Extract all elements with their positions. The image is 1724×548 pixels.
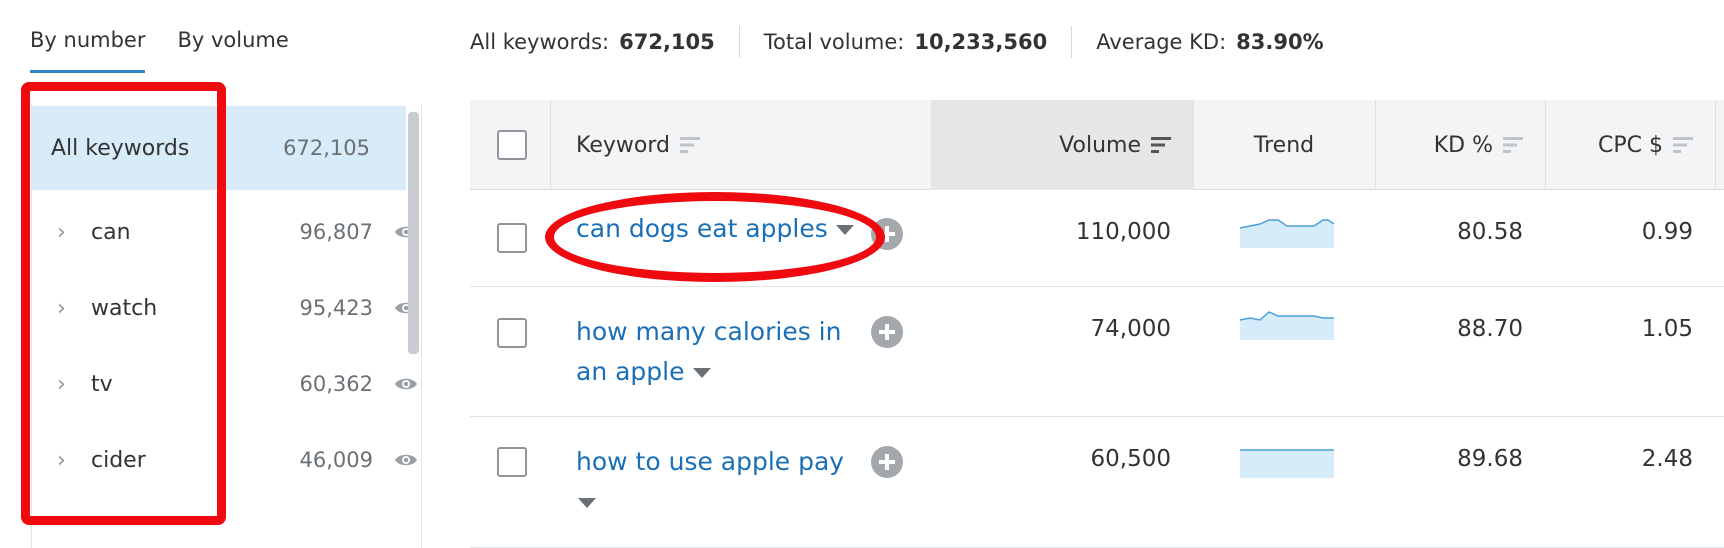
- column-divider: [550, 100, 551, 190]
- sort-icon[interactable]: [1503, 136, 1523, 154]
- stat-value: 672,105: [619, 30, 715, 54]
- group-tv[interactable]: › tv 60,362: [32, 342, 417, 426]
- row-checkbox[interactable]: [497, 318, 527, 348]
- column-header-keyword[interactable]: Keyword: [576, 100, 700, 190]
- trend-sparkline: [1240, 219, 1334, 248]
- plus-icon[interactable]: [871, 218, 903, 250]
- column-header-trend: Trend: [1193, 100, 1375, 190]
- tab-by-number[interactable]: By number: [30, 26, 146, 73]
- group-count: 95,423: [299, 296, 373, 320]
- volume-value: 74,000: [1090, 316, 1171, 342]
- keyword-groups-panel: All keywords 672,105 › can 96,807 › watc…: [31, 104, 422, 548]
- sort-icon[interactable]: [679, 136, 700, 154]
- header-label: Keyword: [576, 132, 670, 158]
- row-checkbox[interactable]: [497, 447, 527, 477]
- keyword-link[interactable]: how to use apple pay: [576, 442, 844, 522]
- trend-sparkline: [1240, 449, 1334, 478]
- eye-icon[interactable]: [394, 376, 418, 392]
- sort-icon[interactable]: [1673, 136, 1693, 154]
- keyword-text: an apple: [576, 357, 685, 386]
- chevron-right-icon[interactable]: ›: [57, 372, 66, 397]
- stat-total-volume: Total volume: 10,233,560: [764, 30, 1047, 54]
- table-row: can dogs eat apples 110,000 80.58 0.99: [470, 191, 1724, 287]
- divider: [1071, 26, 1073, 58]
- keyword-text: can dogs eat apples: [576, 214, 828, 243]
- plus-icon[interactable]: [871, 446, 903, 478]
- header-label: CPC $: [1598, 132, 1663, 158]
- group-tabs: By number By volume: [30, 26, 321, 76]
- kd-value: 80.58: [1457, 219, 1523, 245]
- cpc-value: 2.48: [1641, 446, 1693, 472]
- group-count: 46,009: [299, 448, 373, 472]
- groups-scrollbar[interactable]: [408, 112, 419, 354]
- volume-value: 60,500: [1090, 446, 1171, 472]
- group-count: 96,807: [299, 220, 373, 244]
- keyword-text: how to use apple pay: [576, 447, 845, 476]
- keyword-link[interactable]: how many calories in an apple: [576, 312, 841, 392]
- column-header-cpc[interactable]: CPC $: [1545, 100, 1715, 190]
- caret-down-icon[interactable]: [692, 368, 711, 378]
- cpc-value: 0.99: [1641, 219, 1693, 245]
- select-all-checkbox[interactable]: [497, 130, 527, 160]
- stat-average-kd: Average KD: 83.90%: [1096, 30, 1323, 54]
- column-header-kd[interactable]: KD %: [1375, 100, 1545, 190]
- kd-value: 88.70: [1457, 316, 1523, 342]
- caret-down-icon[interactable]: [578, 498, 596, 508]
- group-name: cider: [91, 447, 146, 473]
- caret-down-icon[interactable]: [835, 225, 854, 235]
- kd-value: 89.68: [1457, 446, 1523, 472]
- divider: [738, 26, 740, 58]
- stat-value: 10,233,560: [914, 30, 1048, 54]
- stat-all-keywords: All keywords: 672,105: [470, 30, 715, 54]
- group-count: 672,105: [283, 136, 370, 160]
- cpc-value: 1.05: [1641, 316, 1693, 342]
- header-label: KD %: [1433, 132, 1493, 158]
- group-name: can: [91, 219, 131, 245]
- stat-label: Total volume:: [763, 30, 905, 54]
- eye-icon[interactable]: [394, 452, 418, 468]
- group-cider[interactable]: › cider 46,009: [32, 418, 417, 502]
- group-name: tv: [91, 371, 113, 397]
- stat-label: Average KD:: [1096, 30, 1227, 54]
- plus-icon[interactable]: [871, 316, 903, 348]
- header-label: Volume: [1059, 132, 1141, 158]
- stat-value: 83.90%: [1236, 30, 1324, 54]
- group-count: 60,362: [299, 372, 373, 396]
- trend-sparkline: [1240, 311, 1334, 340]
- table-row: how many calories in an apple 74,000 88.…: [470, 288, 1724, 417]
- stat-label: All keywords:: [470, 30, 610, 54]
- group-name: All keywords: [51, 135, 190, 161]
- group-name: watch: [91, 295, 158, 321]
- chevron-right-icon[interactable]: ›: [57, 220, 66, 245]
- sort-icon[interactable]: [1151, 136, 1171, 154]
- row-checkbox[interactable]: [497, 223, 527, 253]
- header-label: Trend: [1253, 132, 1315, 158]
- keywords-table: Keyword Volume Trend KD % CPC $ can dogs…: [470, 100, 1724, 548]
- column-divider: [1715, 100, 1716, 190]
- group-all-keywords[interactable]: All keywords 672,105: [32, 106, 406, 190]
- chevron-right-icon[interactable]: ›: [57, 296, 66, 321]
- keyword-link[interactable]: can dogs eat apples: [576, 209, 854, 249]
- tab-by-volume[interactable]: By volume: [177, 26, 288, 73]
- chevron-right-icon[interactable]: ›: [57, 448, 66, 473]
- column-header-volume[interactable]: Volume: [931, 100, 1193, 190]
- summary-bar: All keywords: 672,105 Total volume: 10,2…: [470, 26, 1324, 58]
- table-header: Keyword Volume Trend KD % CPC $: [470, 100, 1724, 190]
- table-row: how to use apple pay 60,500 89.68 2.48: [470, 418, 1724, 548]
- group-watch[interactable]: › watch 95,423: [32, 266, 417, 350]
- keyword-text: how many calories in: [576, 317, 842, 346]
- volume-value: 110,000: [1075, 219, 1171, 245]
- group-can[interactable]: › can 96,807: [32, 190, 417, 274]
